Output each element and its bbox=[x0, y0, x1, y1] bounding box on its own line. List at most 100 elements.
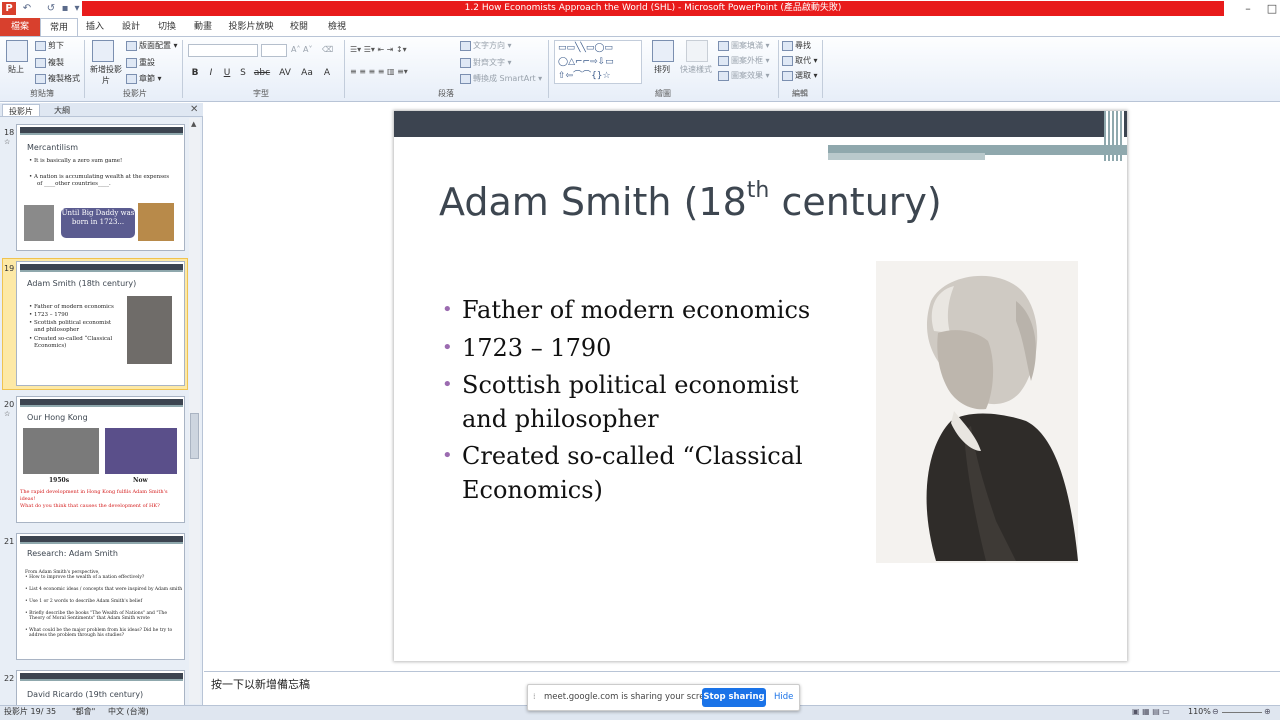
layout-button[interactable]: 版面配置 ▾ bbox=[126, 40, 178, 51]
maximize-icon[interactable]: □ bbox=[1262, 2, 1280, 16]
powerpoint-logo-icon[interactable]: P bbox=[2, 2, 16, 15]
undo-icon[interactable]: ↶ bbox=[20, 2, 34, 15]
scrollbar-thumb[interactable] bbox=[190, 413, 199, 459]
bullet-dot: • bbox=[442, 445, 453, 466]
smartart-icon bbox=[460, 73, 471, 84]
change-case-button[interactable]: Aa bbox=[298, 66, 316, 80]
view-buttons[interactable]: ▣ ▦ ▤ ▭ bbox=[1132, 706, 1170, 718]
bullet-item[interactable]: • Scottish political economist and philos… bbox=[442, 368, 842, 436]
zoom-level[interactable]: 110% bbox=[1188, 706, 1211, 718]
tab-file[interactable]: 檔案 bbox=[0, 18, 40, 36]
slide-number: 21 bbox=[4, 537, 15, 546]
thumb-line: • Father of modern economics bbox=[29, 304, 114, 310]
alignment-buttons[interactable]: ≡ ≡ ≡ ≡ ▥ ≡▾ bbox=[350, 66, 408, 77]
thumb-title: Adam Smith (18th century) bbox=[27, 279, 137, 288]
list-buttons[interactable]: ☰▾ ☰▾ ⇤ ⇥ ↕▾ bbox=[350, 44, 407, 55]
thumbnail-scrollbar[interactable] bbox=[189, 118, 200, 704]
scroll-up-icon[interactable]: ▲ bbox=[191, 120, 196, 128]
slide-thumbnail-22[interactable]: David Ricardo (19th century) bbox=[16, 670, 185, 705]
zoom-slider[interactable] bbox=[1222, 712, 1262, 713]
font-color-button[interactable]: A bbox=[320, 66, 334, 80]
drag-handle-icon[interactable]: ⁞ bbox=[533, 692, 536, 701]
brush-icon bbox=[35, 73, 46, 84]
clear-format-icon[interactable]: ⌫ bbox=[322, 44, 333, 55]
share-message: meet.google.com is sharing your screen. bbox=[544, 692, 718, 702]
close-pane-icon[interactable]: ✕ bbox=[190, 104, 198, 115]
paste-icon[interactable] bbox=[6, 40, 28, 62]
underline-button[interactable]: U bbox=[220, 66, 234, 80]
italic-button[interactable]: I bbox=[204, 66, 218, 80]
shape-fill-button[interactable]: 圖案填滿 ▾ bbox=[718, 40, 770, 51]
char-spacing-button[interactable]: AV bbox=[276, 66, 294, 80]
thumb-line: of ____other countries____. bbox=[37, 181, 111, 187]
zoom-in-icon[interactable]: ⊕ bbox=[1264, 706, 1271, 718]
new-slide-icon[interactable] bbox=[92, 40, 114, 62]
align-text-button[interactable]: 對齊文字 ▾ bbox=[460, 57, 512, 68]
shape-outline-button[interactable]: 圖案外框 ▾ bbox=[718, 55, 770, 66]
effects-icon bbox=[718, 70, 729, 81]
shape-effects-button[interactable]: 圖案效果 ▾ bbox=[718, 70, 770, 81]
notes-placeholder[interactable]: 按一下以新增備忘稿 bbox=[211, 676, 310, 692]
hide-banner-button[interactable]: Hide bbox=[774, 692, 793, 702]
font-size-combo[interactable] bbox=[261, 44, 287, 57]
minimize-icon[interactable]: – bbox=[1238, 2, 1258, 16]
tab-slides-pane[interactable]: 投影片 bbox=[2, 104, 40, 117]
adam-smith-portrait[interactable] bbox=[876, 261, 1078, 563]
stop-sharing-button[interactable]: Stop sharing bbox=[702, 688, 766, 707]
layout-icon bbox=[126, 40, 137, 51]
smartart-button[interactable]: 轉換成 SmartArt ▾ bbox=[460, 73, 542, 84]
tab-home[interactable]: 常用 bbox=[40, 18, 78, 37]
bullet-item[interactable]: • 1723 – 1790 bbox=[442, 331, 842, 365]
shapes-gallery[interactable]: ▭▭╲╲▭◯▭ ◯△⌐⌐⇨⇩▭ ⇧⇦⌒⌒{}☆ bbox=[554, 40, 642, 84]
find-button[interactable]: 尋找 bbox=[782, 40, 811, 51]
slide-thumbnail-19[interactable]: Adam Smith (18th century) • Father of mo… bbox=[16, 261, 185, 386]
group-separator bbox=[822, 40, 823, 98]
slide-thumbnail-20[interactable]: Our Hong Kong 1950s Now The rapid develo… bbox=[16, 396, 185, 523]
slide-thumbnail-18[interactable]: Mercantilism • It is basically a zero su… bbox=[16, 124, 185, 251]
format-painter-button[interactable]: 複製格式 bbox=[35, 73, 80, 84]
thumb-title: Our Hong Kong bbox=[27, 413, 88, 422]
tab-transitions[interactable]: 切換 bbox=[152, 18, 182, 36]
replace-button[interactable]: 取代 ▾ bbox=[782, 55, 818, 66]
bullet-item[interactable]: • Father of modern economics bbox=[442, 293, 842, 327]
slide-accent-bar bbox=[828, 153, 985, 160]
strikethrough-button[interactable]: abc bbox=[252, 66, 272, 80]
tab-outline-pane[interactable]: 大綱 bbox=[44, 104, 80, 117]
language-indicator[interactable]: 中文 (台灣) bbox=[108, 706, 149, 718]
new-slide-button[interactable]: 新增投影片 bbox=[90, 64, 122, 86]
tab-animations[interactable]: 動畫 bbox=[186, 18, 220, 36]
bullet-item[interactable]: • Created so-called “Classical Economics) bbox=[442, 439, 842, 507]
arrange-button[interactable]: 排列 bbox=[654, 64, 670, 75]
select-button[interactable]: 選取 ▾ bbox=[782, 70, 818, 81]
portrait-thumbnail bbox=[24, 205, 54, 241]
slide-title[interactable]: Adam Smith (18th century) bbox=[439, 180, 942, 225]
bullet-dot: • bbox=[442, 299, 453, 320]
text-direction-button[interactable]: 文字方向 ▾ bbox=[460, 40, 512, 51]
tab-slideshow[interactable]: 投影片放映 bbox=[224, 18, 278, 36]
window-title: 1.2 How Economists Approach the World (S… bbox=[82, 1, 1224, 16]
scissors-icon bbox=[35, 40, 46, 51]
arrange-icon[interactable] bbox=[652, 40, 674, 62]
copy-button[interactable]: 複製 bbox=[35, 57, 64, 68]
paste-button[interactable]: 貼上 bbox=[8, 64, 24, 75]
cut-button[interactable]: 剪下 bbox=[35, 40, 64, 51]
slide-thumbnail-21[interactable]: Research: Adam Smith From Adam Smith's p… bbox=[16, 533, 185, 660]
editing-group-label: 編輯 bbox=[792, 89, 808, 98]
section-button[interactable]: 章節 ▾ bbox=[126, 73, 162, 84]
font-name-combo[interactable] bbox=[188, 44, 258, 57]
shadow-button[interactable]: S bbox=[236, 66, 250, 80]
quick-styles-icon[interactable] bbox=[686, 40, 708, 62]
zoom-out-icon[interactable]: ⊖ bbox=[1212, 706, 1219, 718]
tab-design[interactable]: 設計 bbox=[114, 18, 148, 36]
reset-button[interactable]: 重設 bbox=[126, 57, 155, 68]
quick-styles-button[interactable]: 快速樣式 bbox=[680, 64, 712, 75]
tab-insert[interactable]: 插入 bbox=[80, 18, 110, 36]
grow-font-icon[interactable]: A˄ A˅ bbox=[291, 44, 313, 55]
redo-icon[interactable]: ↺ bbox=[44, 2, 58, 15]
tab-view[interactable]: 檢視 bbox=[320, 18, 354, 36]
bullet-dot: • bbox=[442, 374, 453, 395]
portrait-thumbnail bbox=[127, 296, 172, 364]
slide-number: 20 bbox=[4, 400, 15, 409]
bold-button[interactable]: B bbox=[188, 66, 202, 80]
tab-review[interactable]: 校閱 bbox=[282, 18, 316, 36]
